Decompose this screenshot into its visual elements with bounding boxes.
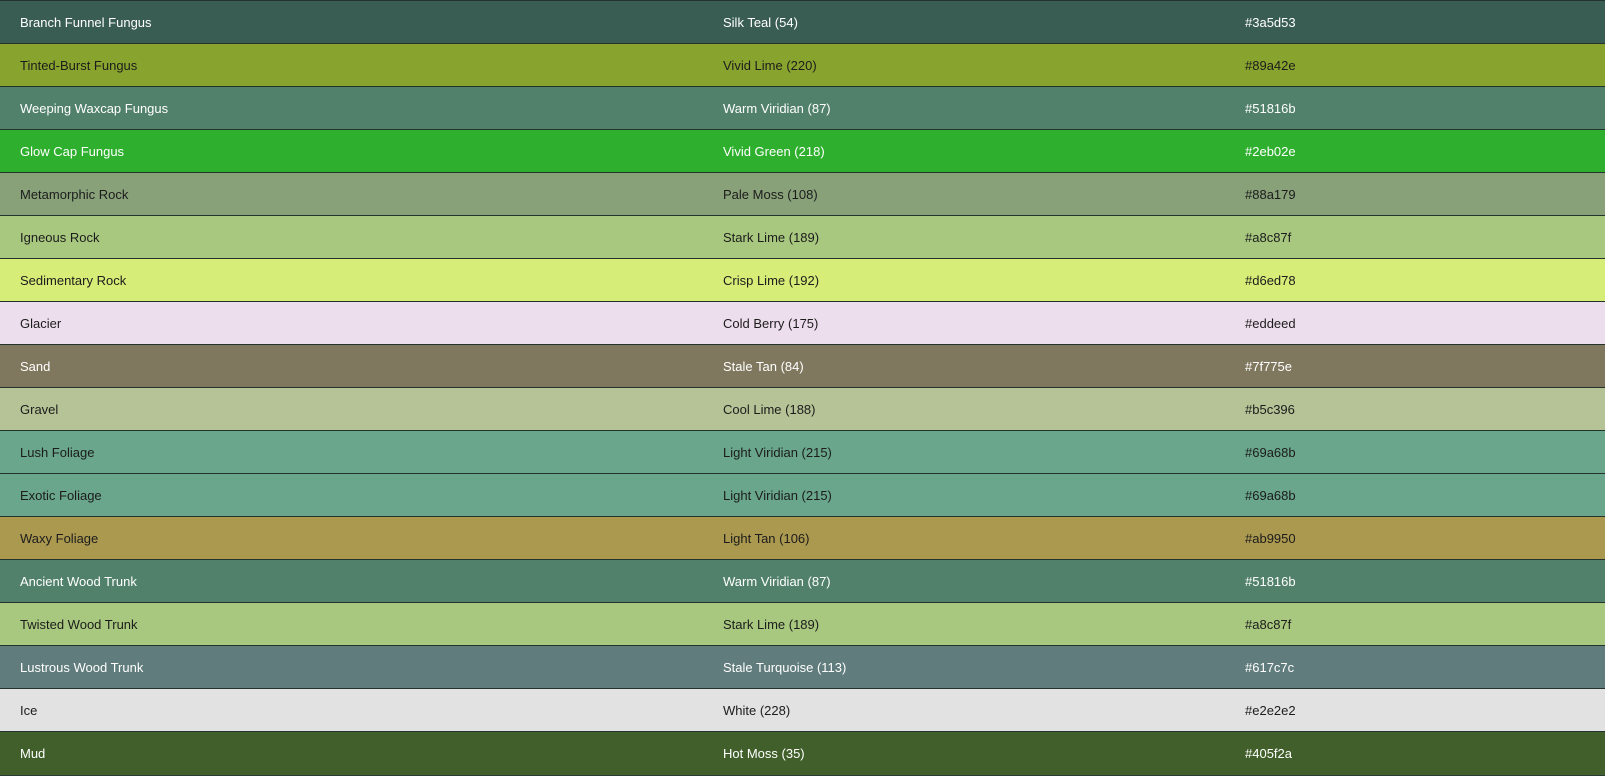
color-row: Mud Hot Moss (35) #405f2a (0, 731, 1605, 775)
color-row: Twisted Wood Trunk Stark Lime (189) #a8c87… (0, 602, 1605, 646)
color-row: Glow Cap Fungus Vivid Green (218) #2eb02e (0, 129, 1605, 173)
material-name-cell: Gravel (0, 387, 703, 431)
material-name-cell: Ancient Wood Trunk (0, 559, 703, 603)
material-name-cell: Exotic Foliage (0, 473, 703, 517)
hex-code-cell: #88a179 (1225, 172, 1605, 216)
hex-code-cell: #51816b (1225, 559, 1605, 603)
color-row: Lustrous Wood Trunk Stale Turquoise (113)… (0, 645, 1605, 689)
material-name-cell: Lush Foliage (0, 430, 703, 474)
color-row: Ice White (228) #e2e2e2 (0, 688, 1605, 732)
color-description-cell: Light Viridian (215) (703, 473, 1225, 517)
color-description-cell: Stale Tan (84) (703, 344, 1225, 388)
material-name-cell: Mud (0, 731, 703, 775)
material-name-cell: Sedimentary Rock (0, 258, 703, 302)
material-name-cell: Tinted-Burst Fungus (0, 43, 703, 87)
hex-code-cell: #617c7c (1225, 645, 1605, 689)
color-row: Metamorphic Rock Pale Moss (108) #88a179 (0, 172, 1605, 216)
color-row: Exotic Foliage Light Viridian (215) #69a68… (0, 473, 1605, 517)
material-name-cell: Branch Funnel Fungus (0, 0, 703, 44)
color-description-cell: Pale Moss (108) (703, 172, 1225, 216)
color-description-cell: Crisp Lime (192) (703, 258, 1225, 302)
hex-code-cell: #3a5d53 (1225, 0, 1605, 44)
color-description-cell: Warm Viridian (87) (703, 86, 1225, 130)
color-row: Tinted-Burst Fungus Vivid Lime (220) #89a4… (0, 43, 1605, 87)
color-row: Igneous Rock Stark Lime (189) #a8c87f (0, 215, 1605, 259)
color-swatch-table: Branch Funnel Fungus Silk Teal (54) #3a5d5… (0, 0, 1605, 775)
hex-code-cell: #e2e2e2 (1225, 688, 1605, 732)
color-row: Gravel Cool Lime (188) #b5c396 (0, 387, 1605, 431)
hex-code-cell: #a8c87f (1225, 215, 1605, 259)
color-description-cell: Light Viridian (215) (703, 430, 1225, 474)
color-description-cell: Vivid Lime (220) (703, 43, 1225, 87)
color-description-cell: Cold Berry (175) (703, 301, 1225, 345)
color-row: Sedimentary Rock Crisp Lime (192) #d6ed78 (0, 258, 1605, 302)
color-row: Branch Funnel Fungus Silk Teal (54) #3a5d5… (0, 0, 1605, 44)
color-description-cell: Warm Viridian (87) (703, 559, 1225, 603)
material-name-cell: Twisted Wood Trunk (0, 602, 703, 646)
hex-code-cell: #89a42e (1225, 43, 1605, 87)
hex-code-cell: #69a68b (1225, 430, 1605, 474)
hex-code-cell: #7f775e (1225, 344, 1605, 388)
hex-code-cell: #69a68b (1225, 473, 1605, 517)
hex-code-cell: #a8c87f (1225, 602, 1605, 646)
material-name-cell: Ice (0, 688, 703, 732)
material-name-cell: Glow Cap Fungus (0, 129, 703, 173)
material-name-cell: Lustrous Wood Trunk (0, 645, 703, 689)
color-table-body: Branch Funnel Fungus Silk Teal (54) #3a5d5… (0, 0, 1605, 775)
color-row: Sand Stale Tan (84) #7f775e (0, 344, 1605, 388)
color-row: Waxy Foliage Light Tan (106) #ab9950 (0, 516, 1605, 560)
material-name-cell: Igneous Rock (0, 215, 703, 259)
color-description-cell: Silk Teal (54) (703, 0, 1225, 44)
color-row: Ancient Wood Trunk Warm Viridian (87) #518… (0, 559, 1605, 603)
color-description-cell: Light Tan (106) (703, 516, 1225, 560)
color-row: Glacier Cold Berry (175) #eddeed (0, 301, 1605, 345)
material-name-cell: Metamorphic Rock (0, 172, 703, 216)
color-description-cell: White (228) (703, 688, 1225, 732)
hex-code-cell: #d6ed78 (1225, 258, 1605, 302)
color-description-cell: Hot Moss (35) (703, 731, 1225, 775)
color-row: Lush Foliage Light Viridian (215) #69a68b (0, 430, 1605, 474)
color-row: Weeping Waxcap Fungus Warm Viridian (87) #… (0, 86, 1605, 130)
material-name-cell: Weeping Waxcap Fungus (0, 86, 703, 130)
hex-code-cell: #eddeed (1225, 301, 1605, 345)
hex-code-cell: #ab9950 (1225, 516, 1605, 560)
material-name-cell: Glacier (0, 301, 703, 345)
hex-code-cell: #51816b (1225, 86, 1605, 130)
material-name-cell: Sand (0, 344, 703, 388)
hex-code-cell: #b5c396 (1225, 387, 1605, 431)
color-description-cell: Stark Lime (189) (703, 215, 1225, 259)
color-description-cell: Cool Lime (188) (703, 387, 1225, 431)
color-description-cell: Stark Lime (189) (703, 602, 1225, 646)
hex-code-cell: #405f2a (1225, 731, 1605, 775)
color-description-cell: Vivid Green (218) (703, 129, 1225, 173)
material-name-cell: Waxy Foliage (0, 516, 703, 560)
hex-code-cell: #2eb02e (1225, 129, 1605, 173)
color-description-cell: Stale Turquoise (113) (703, 645, 1225, 689)
